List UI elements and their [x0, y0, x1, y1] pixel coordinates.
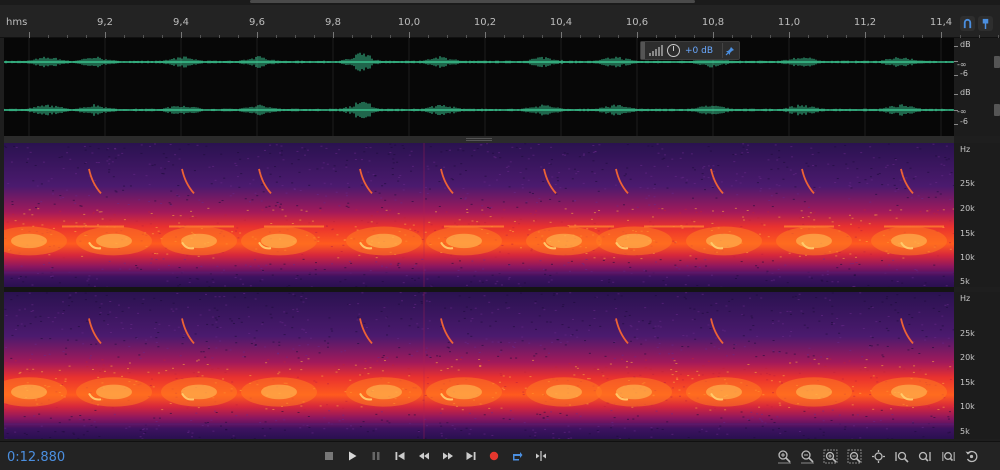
- ruler-tick-label: 10,4: [549, 17, 573, 28]
- skip-to-end-icon[interactable]: [462, 447, 480, 465]
- zoom-out-time-icon[interactable]: [845, 447, 863, 465]
- hz-unit-label: Hz: [960, 294, 971, 303]
- freq-label: 10k: [960, 402, 975, 411]
- loop-icon[interactable]: [508, 447, 526, 465]
- spectrogram-channel-2[interactable]: [4, 292, 954, 439]
- zoom-in-time-icon[interactable]: [821, 447, 839, 465]
- freq-label: 25k: [960, 329, 975, 338]
- db-unit-label: dB: [960, 40, 971, 49]
- channel-2-volume-slider[interactable]: [994, 104, 1000, 116]
- ruler-tick-label: 9,2: [97, 17, 113, 28]
- record-icon[interactable]: [485, 447, 503, 465]
- waveform-display[interactable]: [4, 38, 954, 136]
- stop-icon[interactable]: [320, 447, 338, 465]
- snap-icon[interactable]: [960, 16, 975, 31]
- pause-icon[interactable]: [367, 447, 385, 465]
- freq-label: 15k: [960, 229, 975, 238]
- level-meter-icon: [649, 45, 663, 56]
- zoom-out-amplitude-icon[interactable]: [798, 447, 816, 465]
- pin-hud-icon[interactable]: [722, 43, 737, 58]
- zoom-in-amplitude-icon[interactable]: [775, 447, 793, 465]
- panel-splitter[interactable]: [4, 136, 954, 143]
- frequency-scale-2: Hz 25k 20k 15k 10k 5k: [954, 292, 1000, 439]
- db-low-label: -6: [960, 69, 968, 78]
- transport-bar: 0:12.880: [0, 441, 1000, 470]
- scrollbar-thumb[interactable]: [250, 0, 695, 3]
- freq-label: 5k: [960, 427, 970, 436]
- skip-to-start-icon[interactable]: [391, 447, 409, 465]
- spectrogram-channel-1[interactable]: [4, 143, 954, 287]
- volume-knob-icon[interactable]: [667, 44, 680, 57]
- current-time-display[interactable]: 0:12.880: [7, 450, 65, 465]
- ruler-tick-label: 9,6: [249, 17, 265, 28]
- zoom-in-left-icon[interactable]: [892, 447, 910, 465]
- timeline-ruler[interactable]: hms 9,2 9,4 9,6 9,8 10,0 10,2 10,4 10,6 …: [0, 0, 1000, 38]
- freq-label: 10k: [960, 253, 975, 262]
- waveform-amplitude-scale: dB -∞ -6 dB -∞ -6: [954, 38, 1000, 136]
- horizontal-scrollbar[interactable]: [0, 0, 1000, 5]
- ruler-tick-label: 10,6: [625, 17, 649, 28]
- time-unit-label: hms: [6, 17, 28, 28]
- ruler-tick-label: 11,0: [777, 17, 801, 28]
- ruler-tick-label: 10,0: [397, 17, 421, 28]
- fast-forward-icon[interactable]: [439, 447, 457, 465]
- frequency-scale-1: Hz 25k 20k 15k 10k 5k: [954, 143, 1000, 287]
- hz-unit-label: Hz: [960, 145, 971, 154]
- freq-label: 25k: [960, 179, 975, 188]
- hud-grip[interactable]: [641, 42, 645, 59]
- spectrogram-canvas[interactable]: [4, 292, 954, 439]
- freq-label: 15k: [960, 378, 975, 387]
- freq-label: 20k: [960, 353, 975, 362]
- channel-1-volume-slider[interactable]: [994, 56, 1000, 68]
- gain-hud[interactable]: +0 dB: [640, 41, 740, 60]
- skip-selection-icon[interactable]: [532, 447, 550, 465]
- zoom-in-right-icon[interactable]: [915, 447, 933, 465]
- zoom-to-selection-icon[interactable]: [869, 447, 887, 465]
- ruler-tick-label: 11,4: [929, 17, 953, 28]
- ruler-tick-label: 9,4: [173, 17, 189, 28]
- rewind-icon[interactable]: [415, 447, 433, 465]
- splitter-handle[interactable]: [466, 138, 492, 141]
- freq-label: 5k: [960, 277, 970, 286]
- ruler-tick-label: 10,2: [473, 17, 497, 28]
- db-minus-tick: -∞: [957, 107, 967, 116]
- waveform-canvas[interactable]: [4, 38, 954, 136]
- marker-pin-icon[interactable]: [978, 16, 993, 31]
- db-unit-label: dB: [960, 88, 971, 97]
- play-icon[interactable]: [343, 447, 361, 465]
- spectrogram-canvas[interactable]: [4, 143, 954, 287]
- ruler-tick-label: 10,8: [701, 17, 725, 28]
- ruler-tick-label: 11,2: [853, 17, 877, 28]
- gain-value[interactable]: +0 dB: [685, 46, 713, 56]
- ruler-tick-label: 9,8: [325, 17, 341, 28]
- db-minus-tick: -∞: [957, 60, 967, 69]
- zoom-reset-icon[interactable]: [962, 447, 980, 465]
- freq-label: 20k: [960, 204, 975, 213]
- db-low-label: -6: [960, 117, 968, 126]
- zoom-out-full-icon[interactable]: [939, 447, 957, 465]
